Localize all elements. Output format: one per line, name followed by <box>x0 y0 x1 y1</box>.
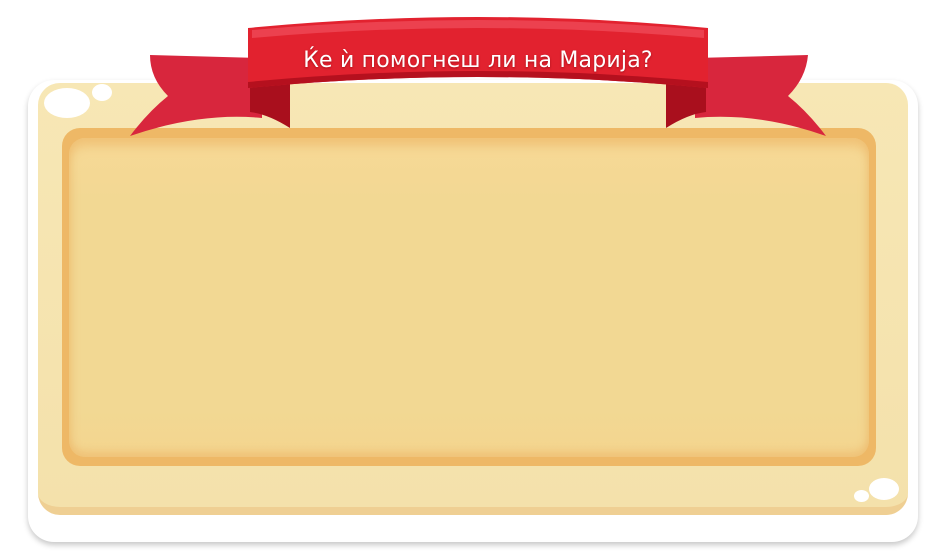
ribbon-left-tail <box>130 55 262 136</box>
highlight-bubble-large-bottom-right <box>869 478 899 500</box>
highlight-bubble-small-bottom-right <box>854 490 869 502</box>
ribbon-right-tail <box>695 55 826 136</box>
ribbon-right-fold <box>666 82 706 128</box>
banner-title: Ќе ѝ помогнеш ли на Марија? <box>303 47 653 73</box>
content-area <box>69 138 869 457</box>
content-area-frame <box>62 128 876 466</box>
game-panel: Ќе ѝ помогнеш ли на Марија? <box>0 0 951 558</box>
ribbon-left-fold <box>250 82 290 128</box>
